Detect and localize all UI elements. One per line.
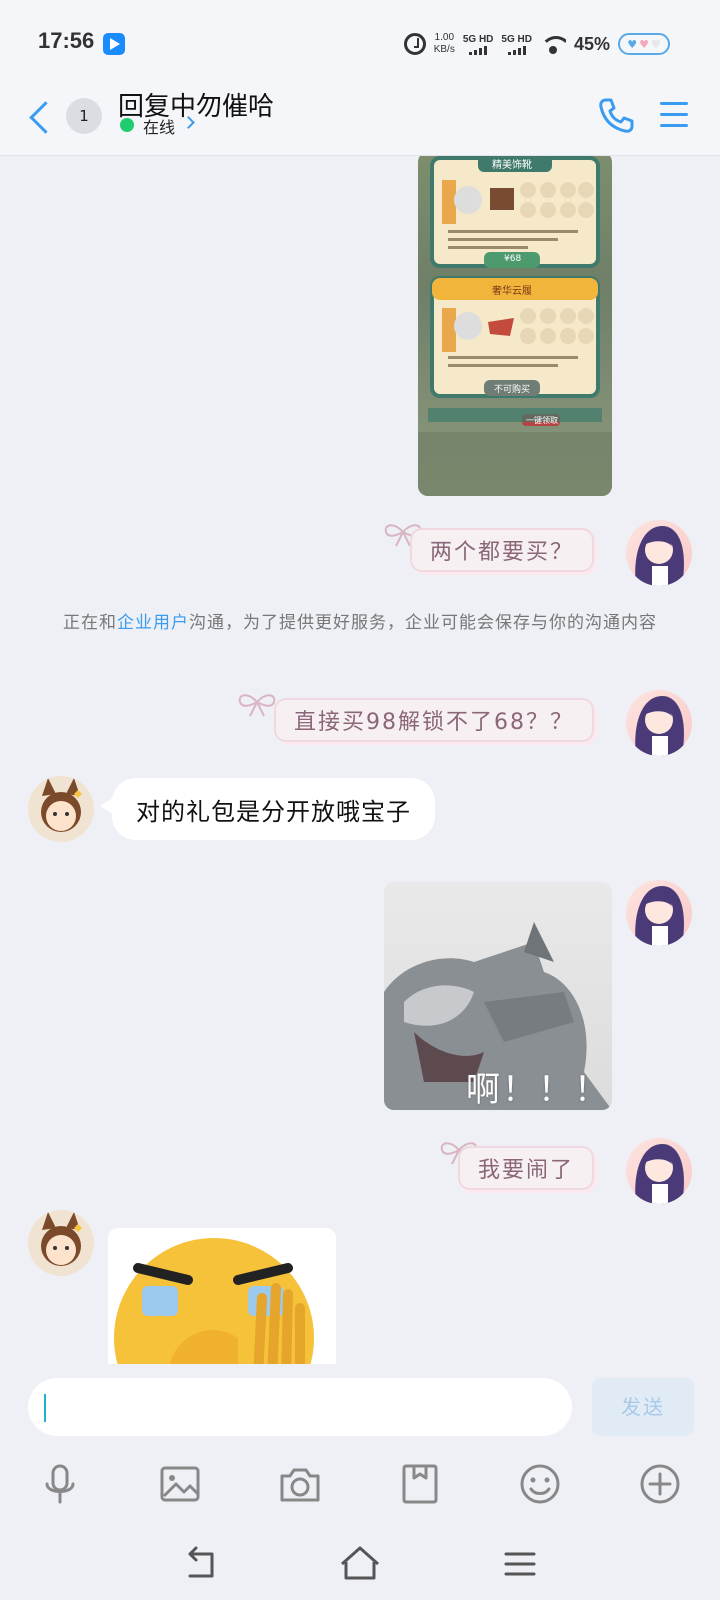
message-list[interactable]: 精美饰靴 ¥68 奢华云履 不可购买 一键领取 两个都要买？ 正在和企业用户沟通… (0, 156, 720, 1364)
message-input[interactable] (28, 1378, 572, 1436)
net-label-2: 5G HD (501, 33, 532, 45)
app-notification-icon (103, 33, 125, 55)
alarm-icon (403, 33, 426, 55)
panel2-button: 不可购买 (494, 385, 531, 395)
avatar-me[interactable] (626, 520, 692, 586)
emoji-sticker-image[interactable] (108, 1228, 336, 1364)
message-text: 对的礼包是分开放哦宝子 (136, 797, 411, 826)
message-bubble-sent[interactable]: 两个都要买？ (409, 528, 594, 572)
signal-bars-icon (501, 45, 532, 55)
file-icon[interactable] (398, 1462, 442, 1506)
avatar-me[interactable] (626, 1138, 692, 1204)
network-speed: 1.00 KB/s (434, 32, 455, 56)
speed-value: 1.00 (434, 32, 455, 43)
game-screenshot-image[interactable]: 精美饰靴 ¥68 奢华云履 不可购买 一键领取 (418, 156, 612, 496)
speed-unit: KB/s (433, 44, 455, 55)
battery-icon: ♥ ♥ ♥ (618, 33, 670, 55)
send-button[interactable]: 发送 (592, 1378, 694, 1436)
plus-icon[interactable] (638, 1462, 682, 1506)
back-icon[interactable] (26, 98, 54, 138)
notice-text-rest: 沟通，为了提供更好服务，企业可能会保存与你的沟通内容 (189, 613, 657, 633)
panel1-price: ¥68 (504, 254, 522, 264)
message-text: 直接买98解锁不了68？？ (294, 710, 574, 735)
signal-sim1: 5G HD (462, 33, 494, 55)
phone-icon[interactable] (596, 96, 636, 136)
back-nav-icon[interactable] (180, 1544, 220, 1584)
message-text: 我要闹了 (477, 1158, 574, 1183)
composer: 发送 (0, 1364, 720, 1600)
panel1-title: 精美饰靴 (492, 160, 532, 171)
text-cursor (44, 1394, 46, 1422)
unread-count-badge[interactable]: 1 (66, 98, 102, 134)
wifi-icon (539, 34, 566, 54)
message-bubble-sent[interactable]: 直接买98解锁不了68？？ (274, 698, 594, 742)
notice-text: 正在和 (63, 613, 117, 633)
signal-bars-icon (463, 45, 494, 55)
online-indicator (120, 118, 134, 132)
message-bubble-received[interactable]: 对的礼包是分开放哦宝子 (100, 778, 435, 840)
composer-toolbar (0, 1456, 720, 1516)
message-bubble-sent[interactable]: 我要闹了 (457, 1146, 594, 1190)
notice-link[interactable]: 企业用户 (117, 613, 189, 633)
status-bar: 17:56 1.00 KB/s 5G HD 5G HD 45% ♥ ♥ ♥ (0, 0, 720, 84)
avatar-other[interactable] (28, 1210, 94, 1276)
avatar-other[interactable] (28, 776, 94, 842)
signal-sim2: 5G HD (501, 34, 532, 55)
emoji-icon[interactable] (518, 1462, 562, 1506)
corner-button: 一键领取 (526, 416, 558, 425)
net-label-1: 5G HD (462, 33, 494, 45)
menu-icon[interactable] (660, 102, 688, 128)
panel2-title: 奢华云履 (492, 286, 532, 297)
system-nav-bar (0, 1534, 720, 1594)
bow-decoration-icon (238, 694, 276, 717)
sticker-caption: 啊！！！ (466, 1070, 610, 1110)
online-status[interactable]: 在线 (143, 114, 175, 138)
home-icon[interactable] (340, 1544, 380, 1584)
status-icons: 1.00 KB/s 5G HD 5G HD 45% ♥ ♥ ♥ (403, 28, 670, 60)
message-text: 两个都要买？ (429, 540, 574, 565)
cat-sticker-image[interactable]: 啊！！！ (384, 882, 612, 1110)
avatar-me[interactable] (626, 880, 692, 946)
chat-header: 1 回复中勿催哈 在线 (0, 84, 720, 156)
camera-icon[interactable] (278, 1462, 322, 1506)
recent-apps-icon[interactable] (500, 1544, 540, 1584)
enterprise-notice: 正在和企业用户沟通，为了提供更好服务，企业可能会保存与你的沟通内容 (40, 610, 680, 636)
avatar-me[interactable] (626, 690, 692, 756)
mic-icon[interactable] (38, 1462, 82, 1506)
battery-percent: 45% (573, 33, 610, 54)
chat-title: 回复中勿催哈 (118, 92, 275, 122)
image-icon[interactable] (158, 1462, 202, 1506)
clock: 17:56 (38, 28, 95, 53)
